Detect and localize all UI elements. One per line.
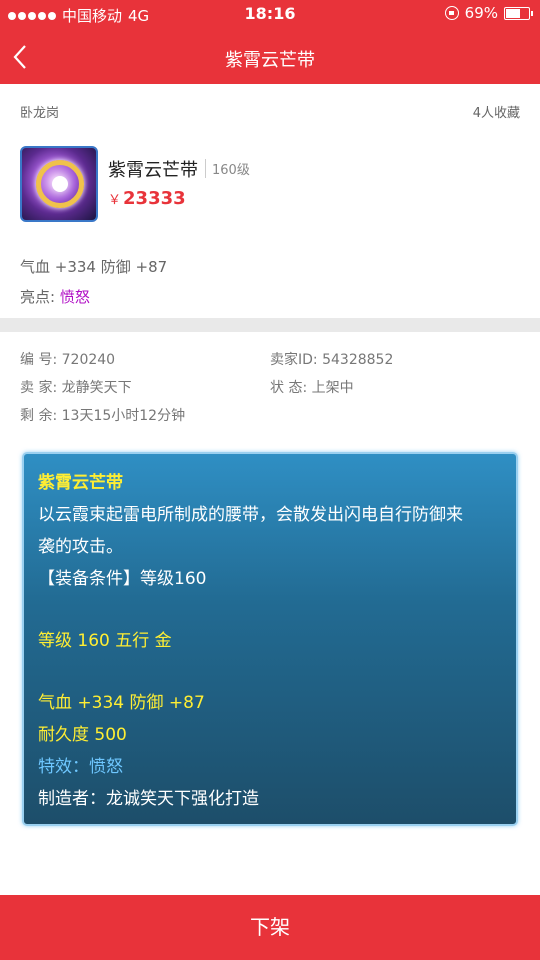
currency-symbol: ￥	[108, 193, 122, 208]
battery-icon	[504, 6, 533, 20]
time-remaining: 剩 余: 13天15小时12分钟	[20, 405, 185, 425]
page-title: 紫霄云芒带	[225, 50, 315, 71]
seller-id-value: 54328852	[322, 352, 394, 368]
seller-id: 卖家ID: 54328852	[270, 349, 393, 369]
seller-value: 龙静笑天下	[61, 380, 132, 396]
status-value: 上架中	[311, 380, 354, 396]
seller-label: 卖 家:	[20, 380, 58, 396]
battery-info: 69%	[444, 4, 533, 22]
delist-button[interactable]: 下架	[0, 895, 540, 960]
nav-bar: 紫霄云芒带	[0, 28, 540, 84]
section-divider	[0, 318, 540, 332]
status-bar: 中国移动 4G 18:16 69%	[0, 0, 540, 28]
favorites-count: 4人收藏	[472, 106, 520, 121]
desc-special: 特效：愤怒	[38, 757, 123, 777]
highlight-label: 亮点:	[20, 288, 56, 306]
desc-level-element: 等级 160 五行 金	[38, 631, 172, 651]
belt-icon	[20, 146, 98, 222]
item-price: ￥ 23333	[108, 188, 186, 209]
item-id-value: 720240	[61, 352, 116, 368]
item-id: 编 号: 720240	[20, 349, 115, 369]
seller: 卖 家: 龙静笑天下	[20, 377, 132, 397]
remaining-label: 剩 余:	[20, 408, 58, 424]
desc-title: 紫霄云芒带	[38, 473, 123, 493]
battery-percent: 69%	[464, 4, 498, 22]
item-level: 160级	[205, 159, 250, 178]
status-label: 状 态:	[270, 380, 308, 396]
server-location: 卧龙岗	[20, 106, 60, 121]
price-value: 23333	[123, 188, 186, 209]
item-highlight: 亮点: 愤怒	[20, 286, 90, 307]
item-name: 紫霄云芒带	[108, 160, 198, 181]
desc-stats: 气血 +334 防御 +87	[38, 693, 205, 713]
rotation-lock-icon	[444, 6, 459, 20]
desc-text-2: 袭的攻击。	[38, 537, 123, 557]
item-description-panel: 紫霄云芒带 以云霞束起雷电所制成的腰带，会散发出闪电自行防御来 袭的攻击。 【装…	[22, 452, 518, 826]
remaining-value: 13天15小时12分钟	[61, 408, 186, 424]
highlight-value: 愤怒	[59, 288, 90, 306]
seller-id-label: 卖家ID:	[270, 352, 318, 368]
item-stats: 气血 +334 防御 +87	[20, 258, 168, 276]
desc-text-1: 以云霞束起雷电所制成的腰带，会散发出闪电自行防御来	[38, 505, 463, 525]
desc-requirement: 【装备条件】等级160	[38, 569, 207, 589]
item-id-label: 编 号:	[20, 352, 58, 368]
item-card: 卧龙岗 4人收藏 紫霄云芒带 160级 ￥ 23333 气血 +334 防御 +8…	[0, 84, 540, 320]
desc-maker: 制造者：龙诚笑天下强化打造	[38, 789, 259, 809]
listing-status: 状 态: 上架中	[270, 377, 354, 397]
desc-durability: 耐久度 500	[38, 725, 127, 745]
